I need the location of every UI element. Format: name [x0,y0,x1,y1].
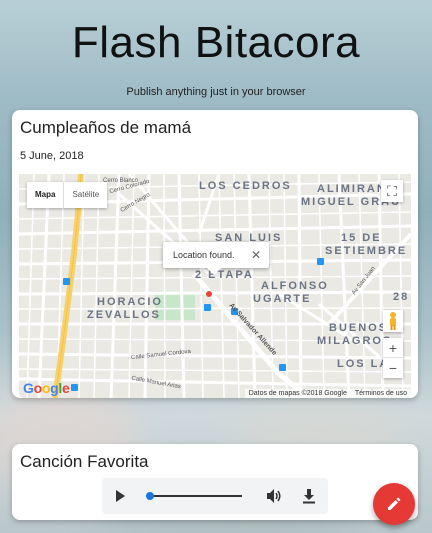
area-label: ZEVALLOS [87,309,161,321]
map-type-control: Mapa Satélite [27,182,108,208]
song-card: Canción Favorita [12,444,418,520]
map-data-credit: Datos de mapas ©2018 Google [248,390,347,397]
area-label: 28 [393,291,410,303]
pencil-icon [388,497,401,510]
map[interactable]: LOS CEDROS ALIMIRAN MIGUEL GRAU SAN LUIS… [19,174,411,398]
play-icon[interactable] [116,490,125,502]
map-type-map-button[interactable]: Mapa [27,182,65,208]
area-label: LOS CEDROS [199,180,292,192]
pegman-icon[interactable] [383,310,403,332]
area-label: UGARTE [253,293,312,305]
zoom-control: + − [383,338,403,378]
terms-link[interactable]: Términos de uso [355,390,407,397]
area-label: ALFONSO [261,280,329,292]
zoom-in-button[interactable]: + [383,338,403,358]
volume-icon[interactable] [266,487,282,505]
map-info-window: Location found. ✕ [163,242,269,275]
close-icon[interactable]: ✕ [251,242,261,268]
download-icon[interactable] [302,488,316,504]
progress-track[interactable] [148,495,242,497]
area-label: BUENOS [329,322,389,334]
area-label: MILAGROS [317,335,393,347]
area-label: SETIEMBRE [325,245,408,257]
google-logo: Google [23,380,70,396]
fullscreen-icon[interactable]: ⛶ [381,180,403,202]
post-date: 5 June, 2018 [20,150,84,162]
progress-thumb[interactable] [146,492,154,500]
page-subtitle: Publish anything just in your browser [126,86,306,98]
post-title: Cumpleaños de mamá [20,118,192,137]
map-attribution: Datos de mapas ©2018 Google Términos de … [244,389,411,398]
area-label: LOS LA [337,358,390,370]
area-label: 15 DE [341,232,382,244]
area-label: HORACIO [97,296,163,308]
info-window-text: Location found. [173,250,235,260]
song-title: Canción Favorita [20,452,149,471]
area-label: ALIMIRAN [317,183,387,195]
page-title: Flash Bitacora [71,18,361,67]
post-card: Cumpleaños de mamá 5 June, 2018 LOS CEDR… [12,110,418,398]
zoom-out-button[interactable]: − [383,358,403,378]
info-window-tail [207,268,221,275]
edit-fab-button[interactable] [373,483,415,525]
audio-player [102,478,328,514]
map-type-satellite-button[interactable]: Satélite [64,182,107,208]
area-label: 2 ETAPA [195,269,254,281]
